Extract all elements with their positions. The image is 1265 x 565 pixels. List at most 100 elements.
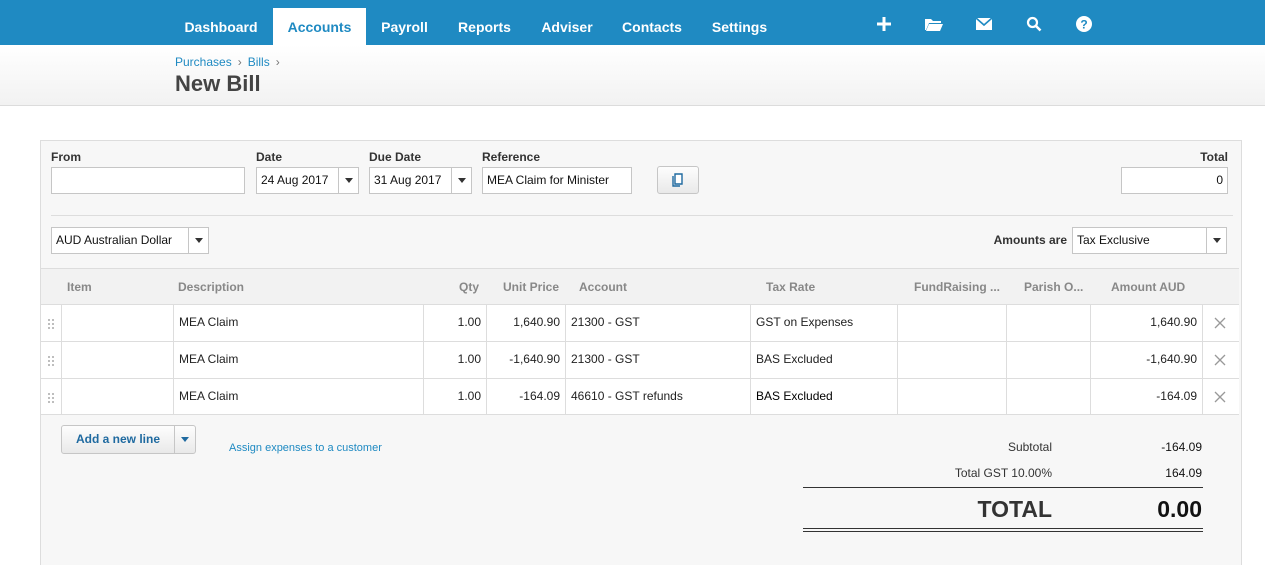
table-row: MEA Claim 1.00 1,640.90 21300 - GST GST …	[41, 304, 1239, 341]
cell-item[interactable]	[61, 305, 173, 341]
breadcrumb-separator: ›	[237, 55, 242, 69]
cell-account[interactable]: 21300 - GST	[565, 342, 750, 378]
cell-qty[interactable]: 1.00	[423, 342, 486, 378]
subtotal-label: Subtotal	[1007, 440, 1052, 454]
drag-handle-icon[interactable]	[47, 355, 55, 367]
line-items-header: Item Description Qty Unit Price Account …	[41, 268, 1239, 304]
cell-amount[interactable]: -164.09	[1090, 379, 1202, 415]
chevron-down-icon[interactable]	[338, 168, 358, 193]
cell-unit-price[interactable]: 1,640.90	[486, 305, 565, 341]
tab-accounts[interactable]: Accounts	[273, 8, 366, 45]
cell-qty[interactable]: 1.00	[423, 379, 486, 415]
cell-description[interactable]: MEA Claim	[173, 305, 423, 341]
cell-item[interactable]	[61, 342, 173, 378]
cell-parish[interactable]	[1006, 305, 1090, 341]
cell-tax-rate[interactable]: GST on Expenses	[750, 305, 897, 341]
table-row: MEA Claim 1.00 -164.09 46610 - GST refun…	[41, 378, 1239, 415]
column-header-fundraising: FundRaising ...	[914, 280, 1000, 294]
drag-handle-icon[interactable]	[47, 318, 55, 330]
chevron-down-icon[interactable]	[1206, 228, 1226, 253]
cell-description[interactable]: MEA Claim	[173, 379, 423, 415]
subtotal-value: -164.09	[1161, 440, 1202, 454]
from-label: From	[51, 150, 81, 164]
tab-adviser[interactable]: Adviser	[531, 8, 603, 45]
due-date-value: 31 Aug 2017	[374, 173, 442, 187]
column-header-tax-rate: Tax Rate	[766, 280, 816, 294]
help-icon[interactable]: ?	[1073, 13, 1095, 35]
delete-icon[interactable]	[1214, 317, 1226, 329]
top-navigation: Dashboard Accounts Payroll Reports Advis…	[0, 0, 1265, 45]
cell-unit-price[interactable]: -164.09	[486, 379, 565, 415]
copy-icon	[672, 173, 683, 187]
reference-label: Reference	[482, 150, 541, 164]
currency-select[interactable]: AUD Australian Dollar	[51, 227, 209, 254]
mail-icon[interactable]	[973, 13, 995, 35]
gst-label: Total GST 10.00%	[954, 466, 1052, 480]
delete-icon[interactable]	[1214, 354, 1226, 366]
plus-icon[interactable]	[873, 13, 895, 35]
search-icon[interactable]	[1023, 13, 1045, 35]
cell-tax-rate[interactable]: BAS Excluded	[750, 342, 897, 378]
cell-amount[interactable]: 1,640.90	[1090, 305, 1202, 341]
cell-fundraising[interactable]	[897, 379, 1006, 415]
tab-dashboard[interactable]: Dashboard	[171, 8, 271, 45]
breadcrumb: Purchases › Bills ›	[175, 55, 286, 69]
column-header-amount: Amount AUD	[1111, 280, 1186, 294]
cell-parish[interactable]	[1006, 342, 1090, 378]
breadcrumb-purchases[interactable]: Purchases	[175, 55, 232, 69]
cell-amount[interactable]: -1,640.90	[1090, 342, 1202, 378]
add-new-line-button[interactable]: Add a new line	[61, 425, 196, 454]
total-divider	[803, 487, 1203, 488]
delete-icon[interactable]	[1214, 391, 1226, 403]
column-header-account: Account	[579, 280, 627, 294]
column-header-qty: Qty	[458, 280, 479, 294]
column-header-description: Description	[178, 280, 245, 294]
cell-qty[interactable]: 1.00	[423, 305, 486, 341]
cell-tax-rate[interactable]: BAS Excluded	[750, 379, 897, 415]
date-input[interactable]: 24 Aug 2017	[256, 167, 359, 194]
tab-contacts[interactable]: Contacts	[612, 8, 692, 45]
date-value: 24 Aug 2017	[261, 173, 329, 187]
chevron-down-icon[interactable]	[174, 426, 195, 453]
from-input[interactable]	[51, 167, 245, 194]
cell-account[interactable]: 46610 - GST refunds	[565, 379, 750, 415]
total-label: TOTAL	[977, 496, 1052, 522]
page-title: New Bill	[175, 71, 261, 96]
amounts-are-label: Amounts are	[993, 233, 1067, 247]
reference-input[interactable]: MEA Claim for Minister	[482, 167, 632, 194]
column-header-unit-price: Unit Price	[502, 280, 559, 294]
divider	[51, 215, 1233, 216]
total-double-rule	[803, 531, 1203, 532]
breadcrumb-bills[interactable]: Bills	[248, 55, 270, 69]
chevron-down-icon[interactable]	[188, 228, 208, 253]
currency-value: AUD Australian Dollar	[56, 233, 173, 247]
cell-description[interactable]: MEA Claim	[173, 342, 423, 378]
cell-account[interactable]: 21300 - GST	[565, 305, 750, 341]
cell-parish[interactable]	[1006, 379, 1090, 415]
folder-icon[interactable]	[923, 13, 945, 35]
amounts-are-select[interactable]: Tax Exclusive	[1072, 227, 1227, 254]
amounts-are-value: Tax Exclusive	[1077, 233, 1150, 247]
total-input[interactable]: 0	[1121, 167, 1228, 194]
chevron-down-icon[interactable]	[451, 168, 471, 193]
breadcrumb-separator: ›	[275, 55, 280, 69]
add-new-line-label: Add a new line	[75, 432, 160, 446]
column-header-parish: Parish O...	[1024, 280, 1084, 294]
tab-settings[interactable]: Settings	[701, 8, 778, 45]
tab-payroll[interactable]: Payroll	[368, 8, 441, 45]
total-label: Total	[1200, 150, 1228, 164]
cell-fundraising[interactable]	[897, 342, 1006, 378]
page-header: Purchases › Bills › New Bill	[0, 45, 1265, 106]
column-header-item: Item	[67, 280, 92, 294]
svg-text:?: ?	[1080, 18, 1087, 32]
cell-unit-price[interactable]: -1,640.90	[486, 342, 565, 378]
cell-item[interactable]	[61, 379, 173, 415]
gst-value: 164.09	[1165, 466, 1202, 480]
cell-fundraising[interactable]	[897, 305, 1006, 341]
table-row: MEA Claim 1.00 -1,640.90 21300 - GST BAS…	[41, 341, 1239, 378]
drag-handle-icon[interactable]	[47, 392, 55, 404]
copy-button[interactable]	[657, 166, 699, 194]
tab-reports[interactable]: Reports	[447, 8, 522, 45]
due-date-input[interactable]: 31 Aug 2017	[369, 167, 472, 194]
assign-expenses-link[interactable]: Assign expenses to a customer	[229, 442, 382, 454]
